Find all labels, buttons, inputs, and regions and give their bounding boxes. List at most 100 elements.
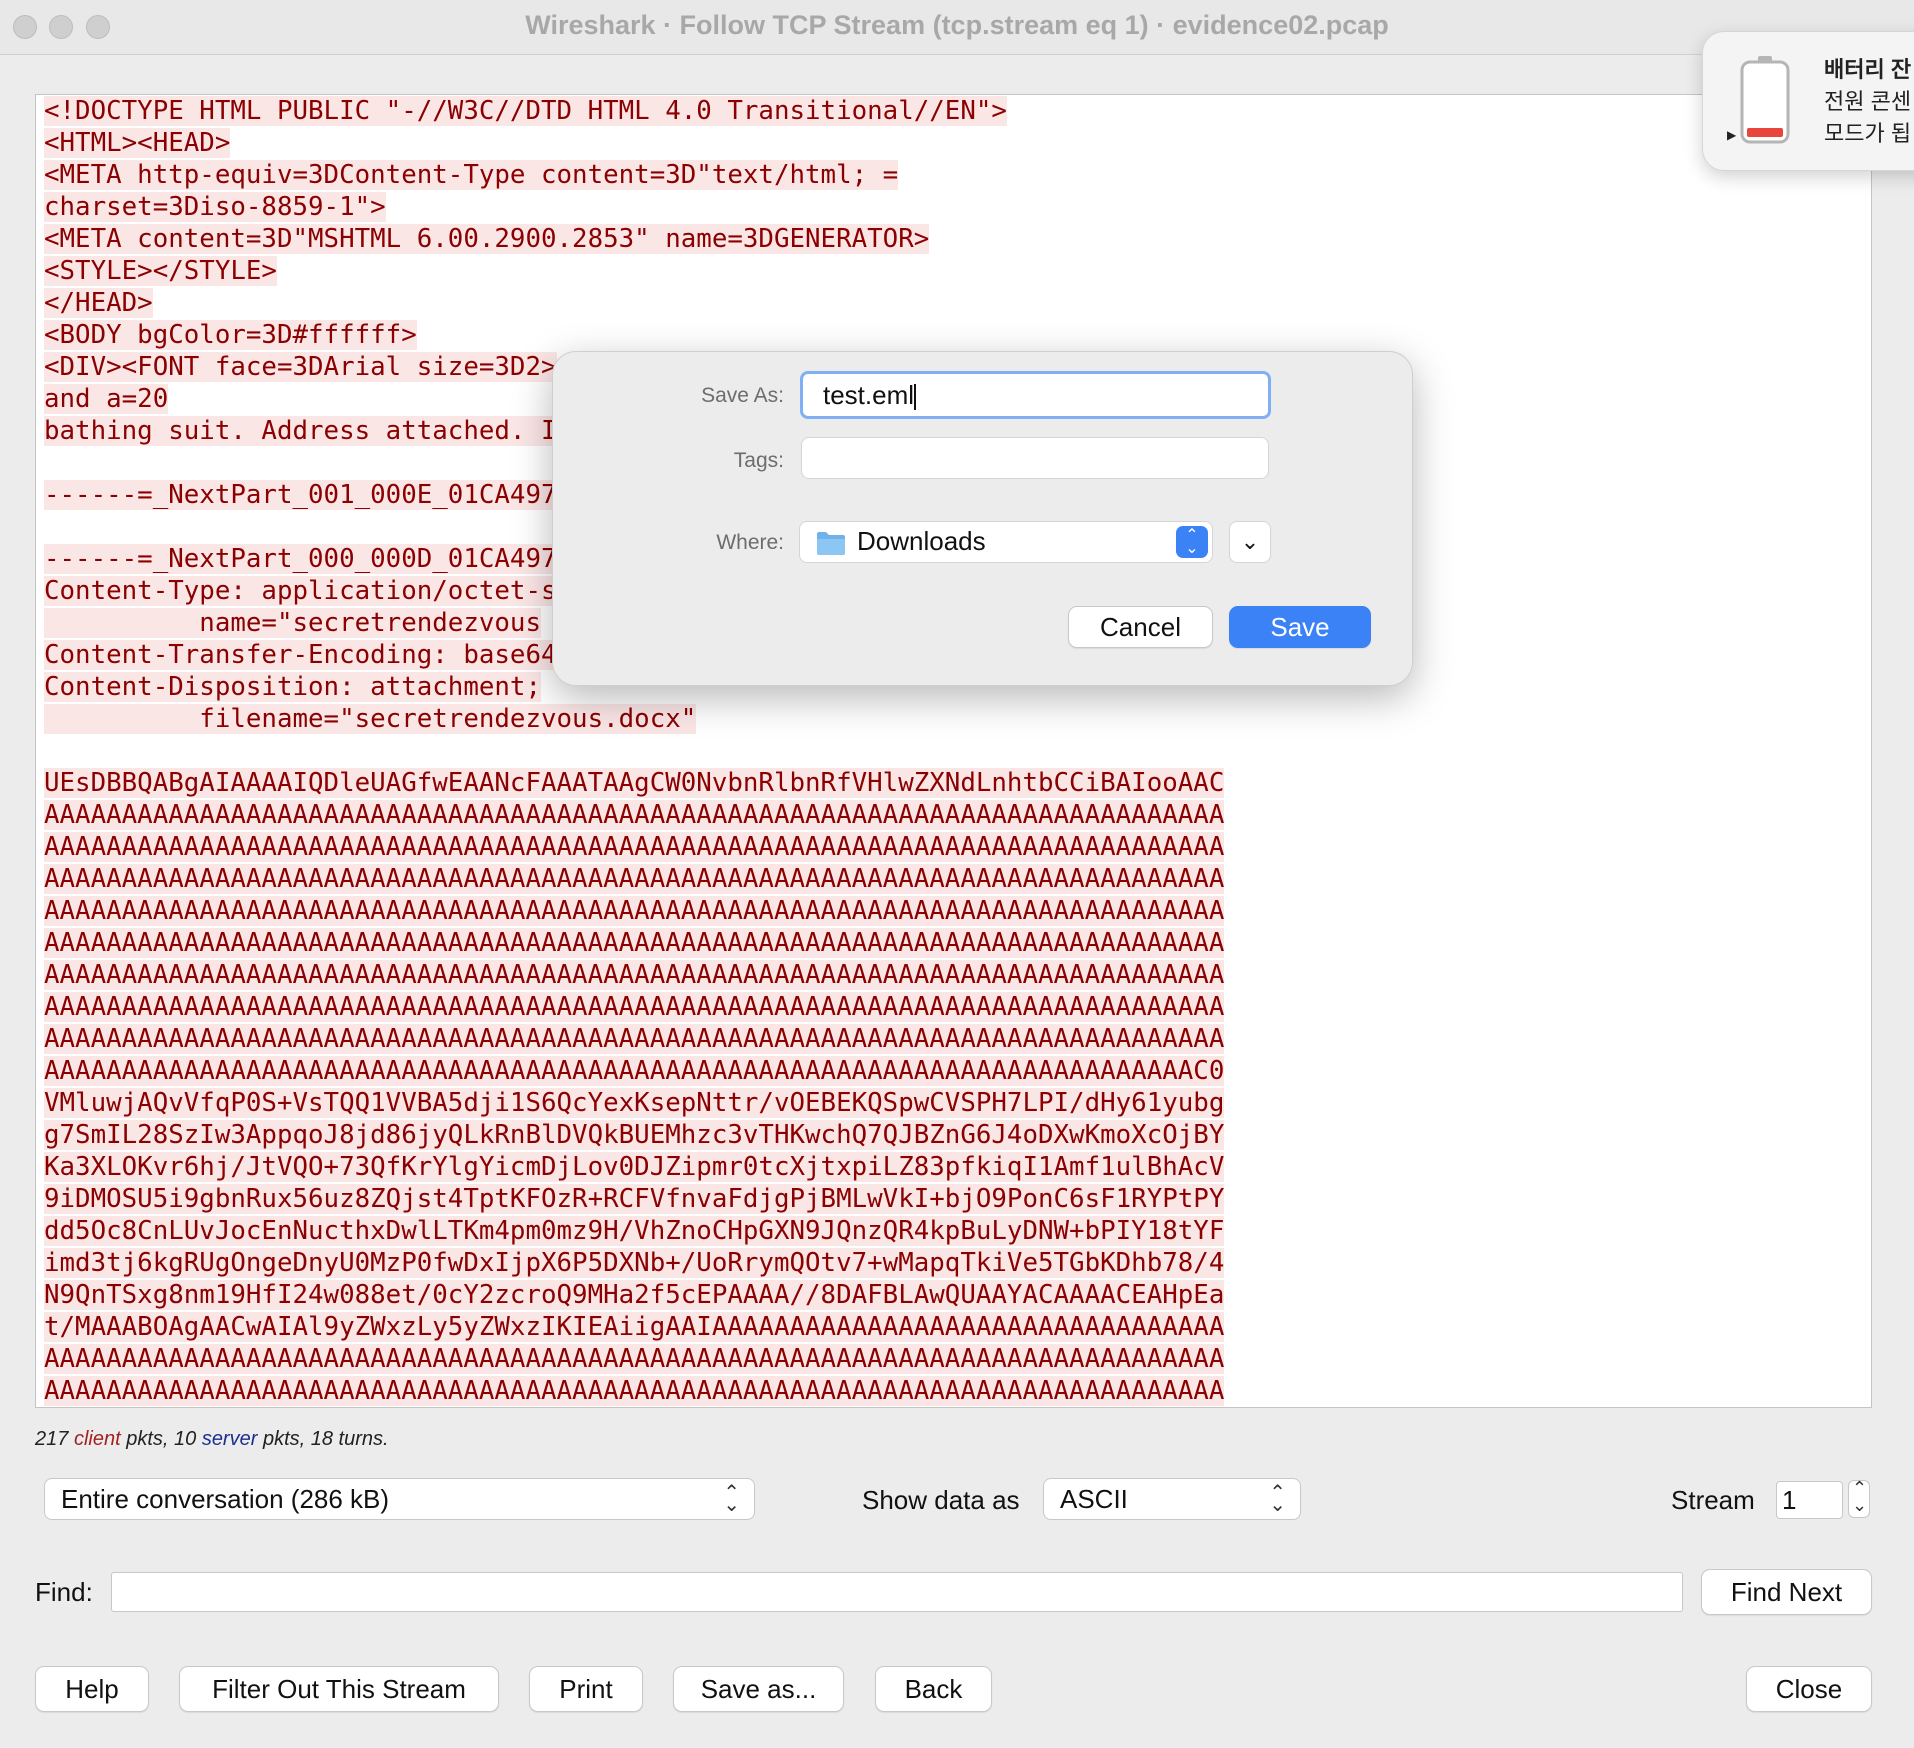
show-data-as-label: Show data as — [862, 1485, 1020, 1515]
print-button[interactable]: Print — [529, 1666, 643, 1712]
dialog-save-button[interactable]: Save — [1229, 606, 1371, 648]
stream-line: 9iDMOSU5i9gbnRux56uz8ZQjst4TptKFOzR+RCFV… — [44, 1183, 1225, 1215]
stream-line: VMluwjAQvVfqP0S+VsTQQ1VVBA5dji1S6QcYexKs… — [44, 1087, 1225, 1119]
stream-stepper[interactable]: ⌃ ⌄ — [1848, 1478, 1870, 1518]
play-small-icon: ▶ — [1727, 128, 1737, 142]
stream-line: AAAAAAAAAAAAAAAAAAAAAAAAAAAAAAAAAAAAAAAA… — [44, 895, 1225, 927]
stream-line-text: AAAAAAAAAAAAAAAAAAAAAAAAAAAAAAAAAAAAAAAA… — [44, 1024, 1225, 1054]
stream-line-text: name="secretrendezvous — [44, 608, 541, 638]
stream-lines: <!DOCTYPE HTML PUBLIC "-//W3C//DTD HTML … — [44, 95, 1225, 1407]
stream-line-text: VMluwjAQvVfqP0S+VsTQQ1VVBA5dji1S6QcYexKs… — [44, 1088, 1225, 1118]
show-data-as-value: ASCII — [1060, 1484, 1128, 1514]
save-as-filename-value: test.eml — [823, 380, 915, 410]
tags-input[interactable] — [801, 437, 1269, 479]
stream-line-text: <DIV><FONT face=3DArial size=3D2> — [44, 352, 557, 382]
stream-line-text: and a=20 — [44, 384, 169, 414]
stream-line-text: t/MAAABOAgAACwAIAl9yZWxzLy5yZWxzIKIEAiig… — [44, 1312, 1225, 1342]
folder-icon — [817, 532, 845, 555]
notification-line2: 전원 콘센 — [1824, 89, 1912, 114]
stream-label: Stream — [1671, 1485, 1755, 1515]
stream-line: </HEAD> — [44, 287, 1224, 319]
stepper-down-icon[interactable]: ⌄ — [1852, 1495, 1867, 1516]
up-down-chevron-icon: ⌃ ⌄ — [1269, 1482, 1286, 1516]
stream-line: imd3tj6kgRUgOngeDnyU0MzP0fwDxIjpX6P5DXNb… — [44, 1247, 1225, 1279]
stream-line-text: </HEAD> — [44, 288, 153, 318]
stream-number-value: 1 — [1782, 1485, 1797, 1515]
stream-line-text: <!DOCTYPE HTML PUBLIC "-//W3C//DTD HTML … — [44, 96, 1007, 126]
stream-line: UEsDBBQABgAIAAAAIQDleUAGfwEAANcFAAATAAgC… — [44, 767, 1225, 799]
stream-line: <!DOCTYPE HTML PUBLIC "-//W3C//DTD HTML … — [44, 95, 1224, 127]
stream-line-text: <STYLE></STYLE> — [44, 256, 277, 286]
stream-line-text: AAAAAAAAAAAAAAAAAAAAAAAAAAAAAAAAAAAAAAAA… — [44, 960, 1225, 990]
stream-line: <META content=3D"MSHTML 6.00.2900.2853" … — [44, 223, 1224, 255]
save-as-filename-input[interactable]: test.eml — [800, 371, 1271, 419]
battery-notification[interactable]: ▶ 배터리 잔 전원 콘센 모드가 됩 — [1702, 31, 1914, 171]
find-input[interactable] — [111, 1572, 1683, 1612]
client-word: client — [73, 1428, 121, 1450]
stream-line-text: Ka3XLOKvr6hj/JtVQO+73QfKrYlgYicmDjLov0DJ… — [44, 1152, 1225, 1182]
stream-line: charset=3Diso-8859-1"> — [44, 191, 1224, 223]
stream-line-text: ------=_NextPart_001_000E_01CA497 — [44, 480, 557, 510]
help-button[interactable]: Help — [35, 1666, 149, 1712]
stream-line: AAAAAAAAAAAAAAAAAAAAAAAAAAAAAAAAAAAAAAAA… — [44, 1055, 1225, 1087]
stream-line: Ka3XLOKvr6hj/JtVQO+73QfKrYlgYicmDjLov0DJ… — [44, 1151, 1225, 1183]
stream-line-text: AAAAAAAAAAAAAAAAAAAAAAAAAAAAAAAAAAAAAAAA… — [44, 800, 1225, 830]
back-button[interactable]: Back — [875, 1666, 992, 1712]
up-down-chevron-icon: ⌃ ⌄ — [1176, 526, 1208, 558]
stream-line-text: imd3tj6kgRUgOngeDnyU0MzP0fwDxIjpX6P5DXNb… — [44, 1248, 1225, 1278]
where-location-value: Downloads — [857, 526, 986, 556]
stream-line-text: bathing suit. Address attached. I — [44, 416, 557, 446]
stream-line: g7SmIL28SzIw3AppqoJ8jd86jyQLkRnBlDVQkBUE… — [44, 1119, 1225, 1151]
up-down-chevron-icon: ⌃ ⌄ — [723, 1482, 740, 1516]
stream-line-text: AAAAAAAAAAAAAAAAAAAAAAAAAAAAAAAAAAAAAAAA… — [44, 832, 1225, 862]
stream-line: <BODY bgColor=3D#ffffff> — [44, 319, 1224, 351]
conversation-select[interactable]: Entire conversation (286 kB) ⌃ ⌄ — [44, 1478, 755, 1520]
find-label: Find: — [35, 1577, 93, 1607]
close-button[interactable]: Close — [1746, 1666, 1872, 1712]
stream-line-text: AAAAAAAAAAAAAAAAAAAAAAAAAAAAAAAAAAAAAAAA… — [44, 1344, 1225, 1374]
expand-dialog-button[interactable]: ⌄ — [1229, 521, 1271, 563]
stream-number-field[interactable]: 1 — [1776, 1481, 1843, 1519]
stream-line-text: <META content=3D"MSHTML 6.00.2900.2853" … — [44, 224, 930, 254]
stream-line-text: AAAAAAAAAAAAAAAAAAAAAAAAAAAAAAAAAAAAAAAA… — [44, 896, 1225, 926]
notification-line3: 모드가 됩 — [1824, 121, 1912, 146]
stream-line: N9QnTSxg8nm19HfI24w088et/0cY2zcroQ9MHa2f… — [44, 1279, 1225, 1311]
stream-line-text: Content-Disposition: attachment; — [44, 672, 541, 702]
chevron-down-icon: ⌄ — [1240, 529, 1260, 554]
stream-line: <META http-equiv=3DContent-Type content=… — [44, 159, 1224, 191]
stream-line: AAAAAAAAAAAAAAAAAAAAAAAAAAAAAAAAAAAAAAAA… — [44, 959, 1225, 991]
client-pkts-text: pkts, 10 — [126, 1428, 197, 1450]
stream-line: AAAAAAAAAAAAAAAAAAAAAAAAAAAAAAAAAAAAAAAA… — [44, 863, 1225, 895]
stream-line: <STYLE></STYLE> — [44, 255, 1224, 287]
stream-line: <HTML><HEAD> — [44, 127, 1224, 159]
stream-line-text: 9iDMOSU5i9gbnRux56uz8ZQjst4TptKFOzR+RCFV… — [44, 1184, 1225, 1214]
stream-content-area[interactable]: <!DOCTYPE HTML PUBLIC "-//W3C//DTD HTML … — [35, 94, 1872, 1408]
stream-line: AAAAAAAAAAAAAAAAAAAAAAAAAAAAAAAAAAAAAAAA… — [44, 1343, 1225, 1375]
notification-title: 배터리 잔 — [1824, 57, 1912, 82]
stream-line: AAAAAAAAAAAAAAAAAAAAAAAAAAAAAAAAAAAAAAAA… — [44, 927, 1225, 959]
show-data-as-select[interactable]: ASCII ⌃ ⌄ — [1043, 1478, 1301, 1520]
stream-line — [44, 735, 1224, 767]
stream-line-text: Content-Transfer-Encoding: base64 — [44, 640, 557, 670]
battery-low-icon — [1740, 56, 1790, 144]
dialog-cancel-button[interactable]: Cancel — [1068, 606, 1213, 648]
server-pkts-text: pkts, 18 turns. — [262, 1428, 389, 1450]
stream-line-text: AAAAAAAAAAAAAAAAAAAAAAAAAAAAAAAAAAAAAAAA… — [44, 928, 1225, 958]
stream-line-text: AAAAAAAAAAAAAAAAAAAAAAAAAAAAAAAAAAAAAAAA… — [44, 992, 1225, 1022]
stream-line-text: UEsDBBQABgAIAAAAIQDleUAGfwEAANcFAAATAAgC… — [44, 768, 1225, 798]
stream-line: filename="secretrendezvous.docx" — [44, 703, 1224, 735]
where-location-select[interactable]: Downloads ⌃ ⌄ — [799, 521, 1213, 563]
title-bar: Wireshark · Follow TCP Stream (tcp.strea… — [0, 0, 1914, 55]
stream-line-text: N9QnTSxg8nm19HfI24w088et/0cY2zcroQ9MHa2f… — [44, 1280, 1225, 1310]
stream-line-text: ------=_NextPart_000_000D_01CA497 — [44, 544, 557, 574]
filter-out-stream-button[interactable]: Filter Out This Stream — [179, 1666, 499, 1712]
stream-line-text: Content-Type: application/octet-s — [44, 576, 557, 606]
window-title: Wireshark · Follow TCP Stream (tcp.strea… — [525, 10, 1389, 40]
stream-line-text: <BODY bgColor=3D#ffffff> — [44, 320, 417, 350]
find-next-button[interactable]: Find Next — [1701, 1569, 1872, 1615]
save-as-button[interactable]: Save as... — [673, 1666, 844, 1712]
packet-summary: 217 client pkts, 10 server pkts, 18 turn… — [35, 1428, 389, 1451]
text-cursor — [914, 384, 917, 411]
stream-line: t/MAAABOAgAACwAIAl9yZWxzLy5yZWxzIKIEAiig… — [44, 1311, 1225, 1343]
stream-line: AAAAAAAAAAAAAAAAAAAAAAAAAAAAAAAAAAAAAAAA… — [44, 831, 1225, 863]
